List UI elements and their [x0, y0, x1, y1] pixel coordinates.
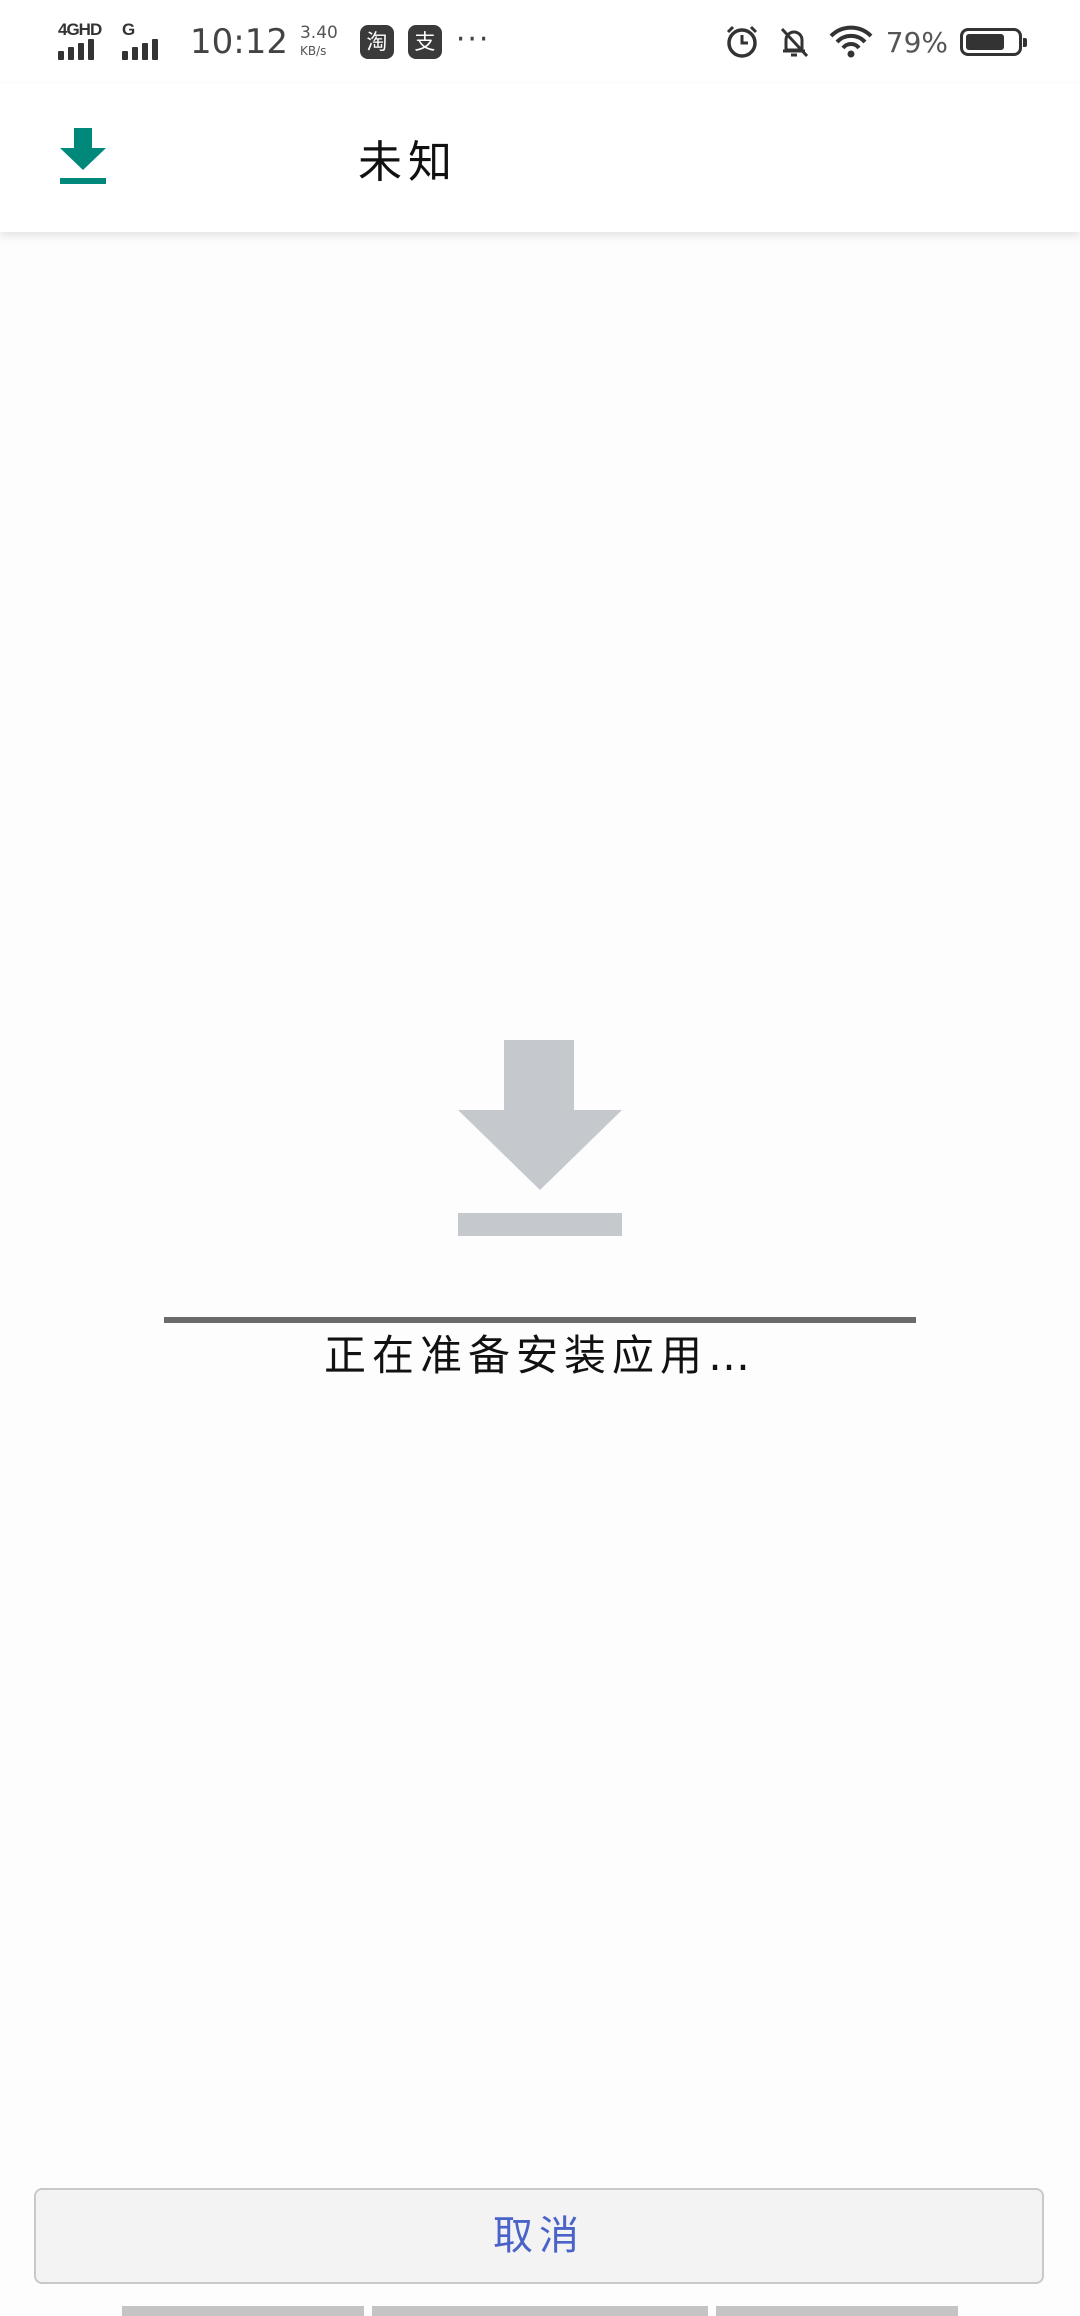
alipay-notification-icon: 支	[407, 25, 442, 59]
status-bar: 4GHD G 10:12 3.40 KB/s 淘 支 ··· 79%	[0, 0, 1080, 84]
network-speed-value: 3.40	[299, 23, 338, 43]
cancel-button[interactable]: 取消	[34, 2188, 1044, 2284]
screen: 4GHD G 10:12 3.40 KB/s 淘 支 ··· 79% 未知 正在…	[0, 0, 1080, 2316]
nav-hint-bar	[716, 2306, 958, 2316]
status-bar-left: 4GHD G 10:12 3.40 KB/s 淘 支 ···	[58, 14, 490, 70]
bell-muted-icon	[780, 27, 808, 58]
battery-icon	[960, 28, 1027, 56]
status-bar-right: 79%	[708, 14, 1027, 70]
taobao-notification-icon: 淘	[359, 25, 394, 59]
app-title: 未知	[358, 137, 458, 188]
network-speed: 3.40 KB/s	[300, 24, 338, 60]
battery-level-fill	[966, 34, 1005, 50]
clock: 10:12	[190, 22, 288, 62]
battery-tip	[1023, 38, 1027, 47]
download-icon	[458, 1040, 622, 1236]
app-bar: 未知	[0, 84, 1080, 232]
network-speed-unit: KB/s	[299, 44, 327, 58]
more-notifications-icon: ···	[455, 21, 491, 57]
signal-1: 4GHD	[58, 18, 108, 66]
download-icon	[60, 128, 106, 184]
wifi-icon	[829, 25, 873, 58]
alarm-icon	[726, 25, 757, 58]
install-status-text: 正在准备安装应用…	[323, 1331, 756, 1380]
signal-bars-icon	[122, 39, 158, 60]
signal-2: G	[122, 18, 172, 66]
network-type-2: G	[122, 20, 135, 39]
nav-hint-bar	[372, 2306, 708, 2316]
battery-percent: 79%	[885, 25, 948, 59]
network-type-1: 4GHD	[58, 20, 102, 39]
signal-bars-icon	[58, 39, 94, 60]
nav-hint-bar	[122, 2306, 364, 2316]
